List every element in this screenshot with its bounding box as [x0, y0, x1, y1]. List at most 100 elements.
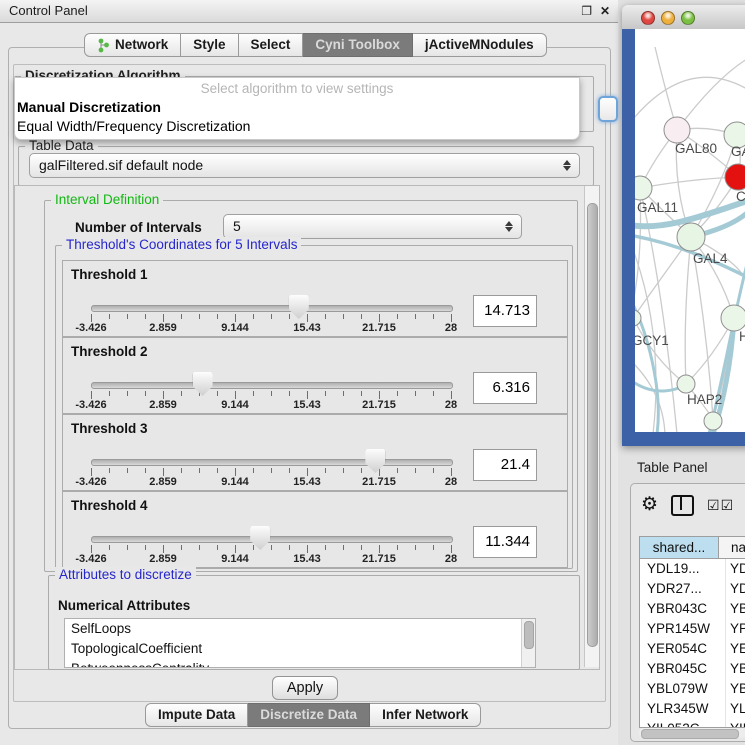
tick-mark — [307, 468, 308, 476]
gear-icon[interactable]: ⚙ — [641, 494, 658, 516]
scrollbar-thumb[interactable] — [587, 203, 598, 647]
attribute-list-item[interactable]: SelfLoops — [65, 619, 535, 639]
numerical-attributes-list[interactable]: SelfLoopsTopologicalCoefficientBetweenne… — [64, 618, 536, 668]
scrollbar-thumb[interactable] — [641, 729, 739, 739]
tick-mark — [163, 391, 164, 399]
tick-mark — [361, 314, 362, 319]
tick-mark — [145, 545, 146, 550]
scrollbar-thumb[interactable] — [524, 621, 534, 649]
table-horizontal-scrollbar[interactable] — [639, 728, 745, 738]
column-layout-icon[interactable] — [671, 495, 694, 516]
apply-button[interactable]: Apply — [272, 676, 338, 700]
table-row[interactable]: YBR043CYBR0 — [640, 599, 745, 619]
num-intervals-spinner[interactable]: 5 — [223, 214, 522, 239]
network-node-gal4[interactable] — [677, 223, 705, 251]
table-data-combo[interactable]: galFiltered.sif default node — [29, 153, 580, 178]
table-cell: YDR2 — [726, 579, 745, 599]
tick-mark — [307, 314, 308, 322]
table-cell: YER054C — [640, 639, 726, 659]
tab-select[interactable]: Select — [239, 33, 304, 57]
mac-close-icon[interactable] — [641, 11, 655, 25]
network-node[interactable] — [704, 412, 722, 430]
table-cell: YDL19... — [640, 559, 726, 579]
table-row[interactable]: YPR145WYPR1 — [640, 619, 745, 639]
network-canvas[interactable]: GAL80GACGAL11GAL4GCY1HHAP2 — [635, 29, 745, 432]
threshold-value-field[interactable]: 11.344 — [473, 526, 537, 558]
tick-mark — [271, 545, 272, 550]
algorithm-dropdown-popup: Select algorithm to view settings Manual… — [14, 77, 580, 140]
table-column-header[interactable]: shared... — [640, 537, 719, 558]
attributes-scrollbar[interactable] — [521, 619, 535, 667]
tab-discretize-data[interactable]: Discretize Data — [248, 703, 370, 727]
threshold-panel: Threshold 3-3.4262.8599.14415.4321.71528… — [62, 414, 568, 491]
tick-mark — [181, 545, 182, 550]
table-cell: YDR27... — [640, 579, 726, 599]
tick-label: 2.859 — [141, 322, 185, 334]
slider-thumb[interactable] — [365, 449, 385, 473]
tab-impute-data[interactable]: Impute Data — [145, 703, 248, 727]
tick-mark — [145, 314, 146, 319]
algorithm-option[interactable]: Equal Width/Frequency Discretization — [15, 117, 579, 136]
mac-minimize-icon[interactable] — [661, 11, 675, 25]
tick-mark — [289, 468, 290, 473]
threshold-value-field[interactable]: 14.713 — [473, 295, 537, 327]
close-icon[interactable]: ✕ — [600, 4, 610, 18]
table-panel: ⚙ ☑☑ shared...na YDL19...YDL1YDR27...YDR… — [630, 483, 745, 742]
network-node-gal11[interactable] — [635, 176, 652, 200]
tab-infer-network[interactable]: Infer Network — [370, 703, 481, 727]
algorithm-option[interactable]: Manual Discretization — [15, 98, 579, 117]
attribute-list-item[interactable]: BetweennessCentrality — [65, 659, 535, 668]
slider-thumb[interactable] — [193, 372, 213, 396]
tab-network[interactable]: Network — [84, 33, 181, 57]
tick-mark — [289, 545, 290, 550]
tick-label: 2.859 — [141, 476, 185, 488]
tick-mark — [181, 391, 182, 396]
combo-arrows-icon — [563, 154, 571, 177]
table-row[interactable]: YDL19...YDL1 — [640, 559, 745, 579]
threshold-value-field[interactable]: 21.4 — [473, 449, 537, 481]
tick-label: -3.426 — [69, 322, 113, 334]
table-row[interactable]: YER054CYER0 — [640, 639, 745, 659]
tab-cyni-toolbox[interactable]: Cyni Toolbox — [303, 33, 413, 57]
algorithm-combo[interactable] — [598, 96, 618, 122]
slider-track[interactable] — [91, 459, 453, 466]
tick-mark — [253, 391, 254, 396]
threshold-panel: Threshold 1-3.4262.8599.14415.4321.71528… — [62, 260, 568, 337]
attribute-list-item[interactable]: TopologicalCoefficient — [65, 639, 535, 659]
table-row[interactable]: YIL052CYIL0 — [640, 719, 745, 728]
slider-thumb[interactable] — [289, 295, 309, 319]
float-window-icon[interactable]: ❐ — [581, 4, 592, 18]
main-vertical-scrollbar[interactable] — [584, 186, 599, 667]
slider-track[interactable] — [91, 382, 453, 389]
network-icon — [97, 38, 110, 53]
tick-mark — [361, 391, 362, 396]
table-data-group: Table Data galFiltered.sif default node — [18, 146, 594, 186]
table-row[interactable]: YBR045CYBR0 — [640, 659, 745, 679]
table-row[interactable]: YBL079WYBL0 — [640, 679, 745, 699]
tick-mark — [289, 391, 290, 396]
mac-zoom-icon[interactable] — [681, 11, 695, 25]
table-row[interactable]: YDR27...YDR2 — [640, 579, 745, 599]
table-column-header[interactable]: na — [719, 537, 745, 558]
tab-jactivemnodules[interactable]: jActiveMNodules — [413, 33, 547, 57]
num-intervals-label: Number of Intervals — [75, 220, 202, 235]
tick-mark — [253, 314, 254, 319]
node-attribute-table[interactable]: shared...na YDL19...YDL1YDR27...YDR2YBR0… — [639, 536, 745, 728]
checkbox-icons[interactable]: ☑☑ — [707, 497, 734, 514]
tick-mark — [217, 468, 218, 473]
network-node-gal80[interactable] — [664, 117, 690, 143]
table-cell: YER0 — [726, 639, 745, 659]
table-cell: YBL0 — [726, 679, 745, 699]
table-cell: YBR043C — [640, 599, 726, 619]
threshold-value-field[interactable]: 6.316 — [473, 372, 537, 404]
node-label: GCY1 — [635, 333, 669, 348]
tick-mark — [253, 468, 254, 473]
slider-track[interactable] — [91, 536, 453, 543]
tab-style[interactable]: Style — [181, 33, 238, 57]
table-row[interactable]: YLR345WYLR3 — [640, 699, 745, 719]
algorithm-placeholder-item[interactable]: Select algorithm to view settings — [15, 78, 579, 98]
network-node-hap2[interactable] — [677, 375, 695, 393]
network-node-h[interactable] — [721, 305, 745, 331]
slider-track[interactable] — [91, 305, 453, 312]
threshold-label: Threshold 3 — [71, 421, 148, 436]
